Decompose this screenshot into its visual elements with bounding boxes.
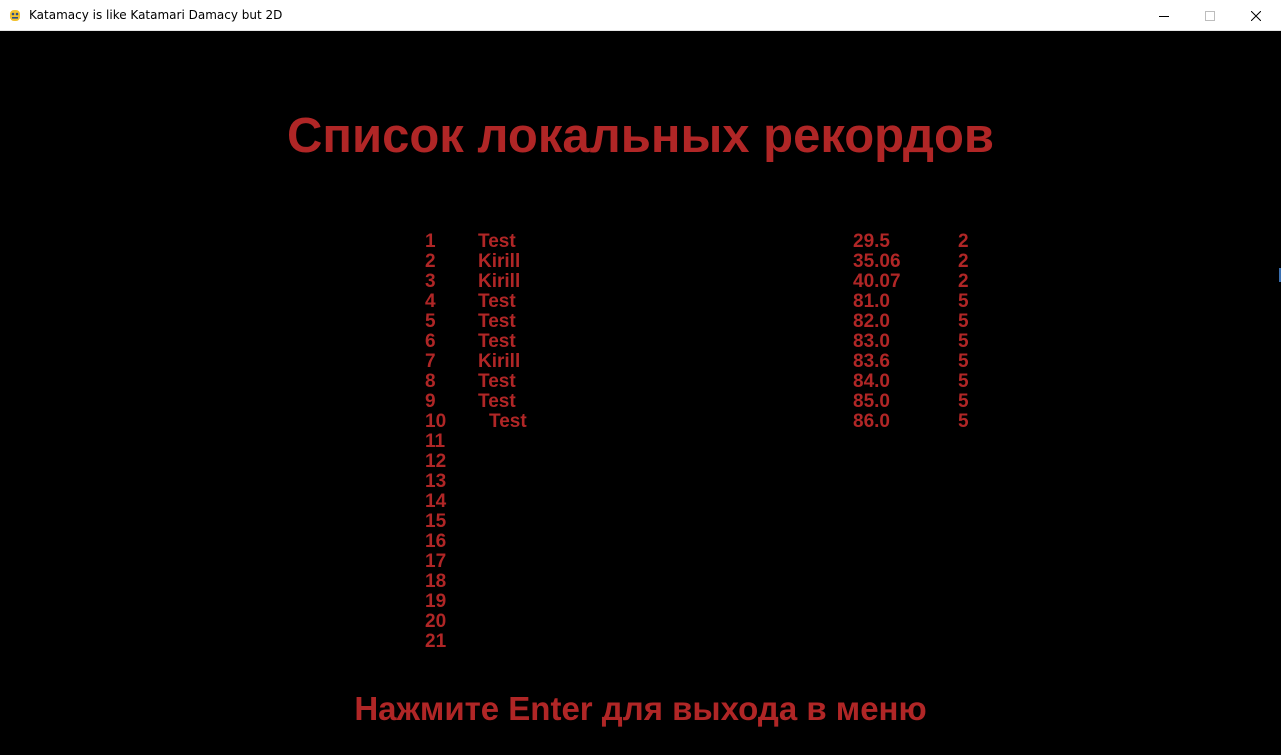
record-time: 85.0	[853, 391, 890, 412]
record-name: Test	[478, 231, 516, 252]
record-name: Test	[478, 331, 516, 352]
record-rank: 20	[425, 611, 447, 632]
record-time: 40.07	[853, 271, 901, 292]
record-name: Kirill	[478, 251, 521, 272]
record-time: 81.0	[853, 291, 890, 312]
minimize-icon	[1159, 15, 1169, 17]
record-time: 35.06	[853, 251, 901, 272]
record-level: 5	[958, 411, 969, 432]
record-rank: 10	[425, 411, 447, 432]
record-level: 2	[958, 271, 969, 292]
record-rank: 4	[425, 291, 436, 312]
record-rank: 21	[425, 631, 447, 652]
record-name: Kirill	[478, 271, 521, 292]
record-rank: 6	[425, 331, 436, 352]
record-name: Test	[478, 291, 516, 312]
exit-hint: Нажмите Enter для выхода в меню	[354, 690, 927, 727]
record-time: 83.6	[853, 351, 890, 372]
record-rank: 7	[425, 351, 436, 372]
close-icon	[1251, 10, 1261, 21]
minimize-button[interactable]	[1141, 0, 1187, 31]
record-rank: 15	[425, 511, 447, 532]
record-rank: 11	[425, 431, 446, 452]
record-rank: 19	[425, 591, 447, 612]
record-rank: 17	[425, 551, 447, 572]
record-level: 5	[958, 291, 969, 312]
record-name: Test	[478, 391, 516, 412]
record-level: 5	[958, 311, 969, 332]
pygame-snake-icon	[10, 10, 20, 21]
window-titlebar[interactable]: Katamacy is like Katamari Damacy but 2D	[0, 0, 1281, 31]
record-name: Kirill	[478, 351, 521, 372]
record-rank: 13	[425, 471, 447, 492]
record-name: Test	[478, 371, 516, 392]
record-name: Test	[478, 311, 516, 332]
record-rank: 5	[425, 311, 436, 332]
record-name: Test	[489, 411, 527, 432]
record-time: 83.0	[853, 331, 890, 352]
record-level: 5	[958, 351, 969, 372]
record-time: 29.5	[853, 231, 890, 252]
record-rank: 16	[425, 531, 447, 552]
record-rank: 1	[425, 231, 436, 252]
record-level: 2	[958, 231, 969, 252]
record-time: 82.0	[853, 311, 890, 332]
record-rank: 9	[425, 391, 436, 412]
record-level: 5	[958, 391, 969, 412]
maximize-icon	[1205, 10, 1215, 21]
record-rank: 3	[425, 271, 436, 292]
record-level: 5	[958, 371, 969, 392]
window-title: Katamacy is like Katamari Damacy but 2D	[29, 8, 283, 22]
maximize-button[interactable]	[1187, 0, 1233, 31]
record-level: 2	[958, 251, 969, 272]
record-rank: 18	[425, 571, 447, 592]
record-rank: 14	[425, 491, 447, 512]
record-rank: 8	[425, 371, 436, 392]
record-time: 86.0	[853, 411, 890, 432]
game-canvas[interactable]: Список локальных рекордов 1 Test 29.5 2 2 Kir…	[0, 32, 1281, 755]
close-button[interactable]	[1233, 0, 1279, 31]
page-title: Список локальных рекордов	[286, 109, 995, 163]
record-rank: 12	[425, 451, 447, 472]
record-time: 84.0	[853, 371, 890, 392]
record-rank: 2	[425, 251, 436, 272]
record-level: 5	[958, 331, 969, 352]
